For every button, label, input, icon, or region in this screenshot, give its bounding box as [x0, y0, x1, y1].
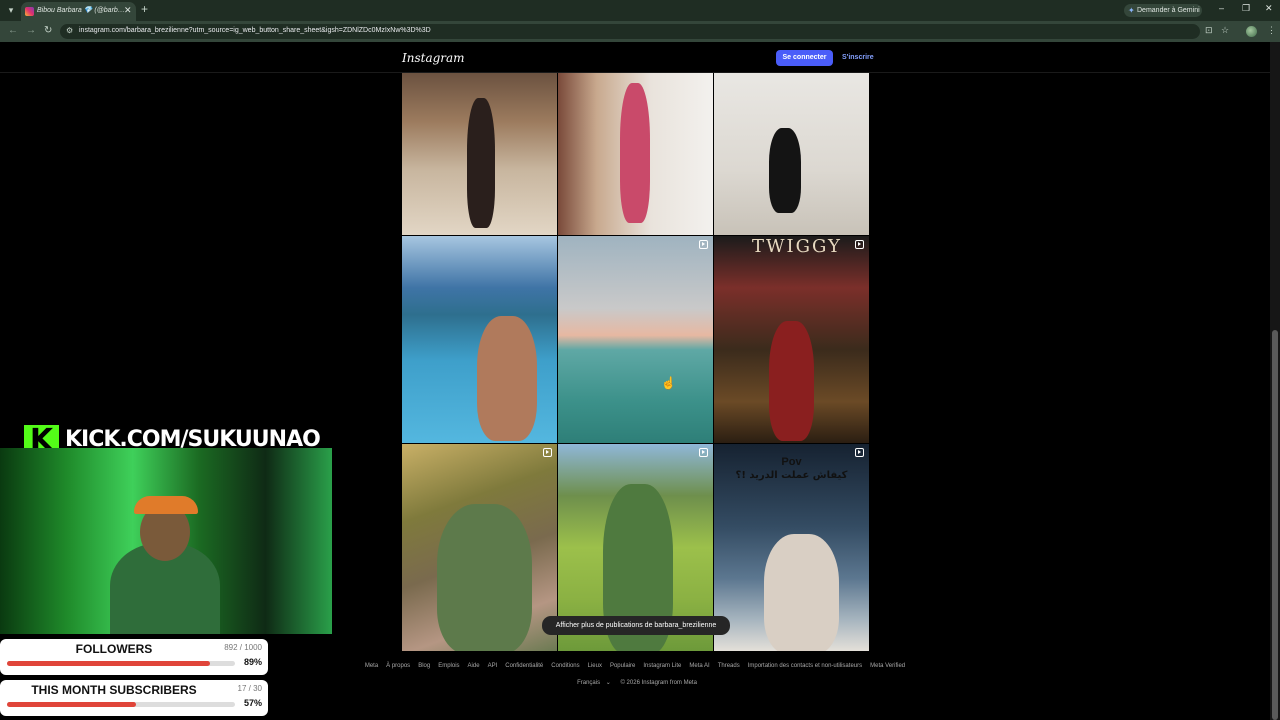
- url-bar[interactable]: ⚙ instagram.com/barbara_brezilienne?utm_…: [60, 24, 1200, 39]
- post-figure: [467, 98, 495, 228]
- post-figure: [477, 316, 537, 441]
- subscribers-count: 17 / 30: [237, 684, 262, 693]
- footer-link[interactable]: Meta AI: [689, 663, 709, 669]
- footer-link[interactable]: À propos: [386, 663, 410, 669]
- subscribers-goal: THIS MONTH SUBSCRIBERS 17 / 30 57%: [0, 680, 268, 716]
- scrollbar[interactable]: [1270, 42, 1280, 720]
- post-thumbnail[interactable]: [402, 236, 557, 443]
- gemini-icon: ✦: [1128, 6, 1135, 15]
- browser-menu-icon[interactable]: ⋮: [1267, 25, 1276, 36]
- tab-title: Bibou Barbara 💎 (@barb…: [37, 7, 125, 14]
- profile-avatar[interactable]: [1246, 26, 1257, 37]
- url-text: instagram.com/barbara_brezilienne?utm_so…: [79, 27, 431, 34]
- footer-link[interactable]: Meta: [365, 663, 378, 669]
- post-figure: [769, 128, 801, 213]
- followers-progress-fill: [7, 661, 211, 666]
- show-more-posts-button[interactable]: Afficher plus de publications de barbara…: [542, 616, 730, 635]
- language-selector[interactable]: Français ⌄: [573, 680, 611, 686]
- restore-icon[interactable]: ❐: [1242, 3, 1250, 14]
- subscribers-label: THIS MONTH SUBSCRIBERS: [31, 683, 197, 697]
- post-figure: [764, 534, 839, 651]
- post-figure: [437, 504, 532, 651]
- reel-icon: [855, 240, 864, 249]
- minimize-icon[interactable]: –: [1219, 3, 1224, 13]
- post-figure: [620, 83, 650, 223]
- post-overlay-text: Pov: [781, 456, 802, 468]
- footer-link[interactable]: Instagram Lite: [643, 663, 681, 669]
- reel-icon: [699, 448, 708, 457]
- tab-close-icon[interactable]: ✕: [124, 5, 132, 16]
- reload-icon[interactable]: ↻: [44, 25, 52, 36]
- post-thumbnail[interactable]: TWIGGY: [714, 236, 869, 443]
- forward-icon[interactable]: →: [26, 25, 36, 36]
- post-figure: [769, 321, 814, 441]
- cursor-icon: ☝: [661, 376, 676, 390]
- login-button[interactable]: Se connecter: [776, 50, 833, 66]
- tab-list-icon[interactable]: ▾: [4, 3, 18, 17]
- post-thumbnail[interactable]: [402, 444, 557, 651]
- webcam-hat: [134, 496, 198, 514]
- gemini-label: Demander à Gemini: [1137, 7, 1200, 14]
- gemini-button[interactable]: ✦ Demander à Gemini: [1124, 4, 1202, 17]
- post-thumbnail[interactable]: [558, 73, 713, 235]
- followers-progress-bar: [7, 661, 235, 666]
- instagram-favicon: [25, 7, 34, 16]
- back-icon[interactable]: ←: [8, 25, 18, 36]
- footer-link[interactable]: Aide: [468, 663, 480, 669]
- post-thumbnail[interactable]: [558, 236, 713, 443]
- footer-link[interactable]: Populaire: [610, 663, 635, 669]
- footer-link[interactable]: Importation des contacts et non-utilisat…: [748, 663, 862, 669]
- footer-link[interactable]: Emplois: [438, 663, 459, 669]
- post-thumbnail[interactable]: Pov كيفاش عملت الدريد !؟: [714, 444, 869, 651]
- subscribers-progress-fill: [7, 702, 137, 707]
- browser-tab[interactable]: Bibou Barbara 💎 (@barb… ✕: [21, 2, 136, 21]
- footer-link[interactable]: Confidentialité: [505, 663, 543, 669]
- subscribers-progress-bar: [7, 702, 235, 707]
- post-overlay-text: كيفاش عملت الدريد !؟: [735, 470, 848, 481]
- ig-header: Instagram Se connecter S'inscrire: [0, 42, 1270, 73]
- footer-link[interactable]: Meta Verified: [870, 663, 905, 669]
- followers-count: 892 / 1000: [224, 643, 262, 652]
- browser-tab-bar: ▾ Bibou Barbara 💎 (@barb… ✕ + ✦ Demander…: [0, 0, 1280, 21]
- address-toolbar: ← → ↻ ⚙ instagram.com/barbara_brezilienn…: [0, 21, 1280, 42]
- signup-link[interactable]: S'inscrire: [842, 54, 874, 61]
- footer-link[interactable]: Conditions: [551, 663, 579, 669]
- subscribers-percent: 57%: [243, 698, 262, 708]
- window-close-icon[interactable]: ✕: [1265, 3, 1273, 14]
- webcam-feed: [0, 448, 332, 634]
- post-overlay-text: TWIGGY: [752, 236, 842, 257]
- copyright: © 2026 Instagram from Meta: [620, 680, 697, 686]
- followers-goal: FOLLOWERS 892 / 1000 89%: [0, 639, 268, 675]
- language-label: Français: [577, 680, 601, 686]
- followers-percent: 89%: [243, 657, 262, 667]
- footer-link[interactable]: Lieux: [588, 663, 602, 669]
- followers-label: FOLLOWERS: [75, 642, 153, 656]
- new-tab-button[interactable]: +: [141, 2, 148, 16]
- footer-link[interactable]: Threads: [718, 663, 740, 669]
- reel-icon: [543, 448, 552, 457]
- footer-link[interactable]: API: [488, 663, 498, 669]
- reel-icon: [699, 240, 708, 249]
- post-thumbnail[interactable]: [402, 73, 557, 235]
- site-info-icon[interactable]: ⚙: [66, 26, 73, 35]
- install-icon[interactable]: ⊡: [1205, 25, 1213, 36]
- star-icon[interactable]: ☆: [1221, 25, 1229, 36]
- instagram-logo[interactable]: Instagram: [402, 51, 465, 65]
- scrollbar-thumb[interactable]: [1272, 330, 1278, 720]
- post-thumbnail[interactable]: [714, 73, 869, 235]
- footer-link[interactable]: Blog: [418, 663, 430, 669]
